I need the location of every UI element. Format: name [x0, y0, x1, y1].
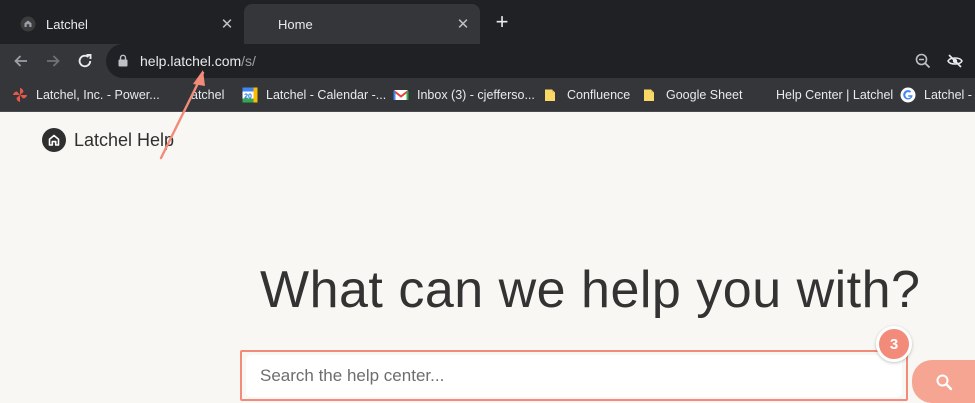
bookmark-latchel-calendar[interactable]: 20 Latchel - Calendar -...	[242, 86, 386, 104]
new-tab-button[interactable]: +	[489, 9, 515, 35]
tab-title: Home	[278, 16, 313, 32]
google-calendar-icon: 20	[242, 87, 258, 103]
step-number-badge: 3	[876, 326, 912, 362]
bookmark-help-center[interactable]: Help Center | Latchel	[776, 86, 893, 104]
url-text: help.latchel.com/s/	[140, 53, 256, 69]
bookmark-label: Latchel, Inc. - Power...	[36, 88, 160, 102]
search-icon	[936, 374, 952, 390]
arrow-right-icon	[47, 55, 60, 67]
tab-latchel[interactable]: Latchel ✕	[8, 4, 244, 44]
bookmark-latchel[interactable]: atchel	[191, 86, 224, 104]
tab-title: Latchel	[46, 16, 88, 32]
svg-text:20: 20	[244, 94, 252, 101]
zoom-out-icon[interactable]	[914, 52, 932, 70]
bookmark-google-sheet[interactable]: Google Sheet	[642, 86, 742, 104]
bookmark-label: Google Sheet	[666, 88, 743, 102]
logo-text: Latchel Help	[74, 129, 175, 150]
help-page: Latchel Help What can we help you with? …	[0, 112, 975, 403]
browser-toolbar: help.latchel.com/s/	[0, 44, 975, 78]
bookmark-latchel-a[interactable]: Latchel - A	[900, 86, 975, 104]
house-icon	[42, 128, 66, 152]
bookmark-label: Latchel - A	[924, 88, 975, 102]
bookmark-gmail-inbox[interactable]: Inbox (3) - cjefferso...	[393, 86, 535, 104]
arrow-left-icon	[14, 55, 27, 67]
page-headline: What can we help you with?	[260, 261, 921, 319]
search-input[interactable]	[246, 355, 902, 397]
bookmark-label: Help Center | Latchel	[776, 88, 894, 102]
bookmark-latchel-power[interactable]: Latchel, Inc. - Power...	[12, 86, 160, 104]
tab-close-icon[interactable]: ✕	[450, 15, 476, 33]
bookmark-label: Inbox (3) - cjefferso...	[417, 88, 535, 102]
bookmarks-bar: Latchel, Inc. - Power... atchel 20 Latch…	[0, 78, 975, 112]
reload-button[interactable]	[72, 48, 98, 74]
back-button[interactable]	[8, 48, 34, 74]
address-bar[interactable]: help.latchel.com/s/	[106, 44, 975, 78]
url-host: help.latchel.com	[140, 53, 242, 69]
google-icon	[900, 87, 916, 103]
site-logo[interactable]: Latchel Help	[42, 128, 174, 152]
search-button[interactable]	[912, 360, 975, 403]
gmail-icon	[393, 90, 409, 100]
bookmark-label: atchel	[191, 88, 225, 102]
pinwheel-icon	[13, 88, 27, 102]
url-path: /s/	[241, 53, 256, 69]
folder-icon	[545, 89, 555, 101]
search-box	[246, 355, 902, 397]
tab-home[interactable]: Home ✕	[244, 4, 480, 44]
tab-close-icon[interactable]: ✕	[214, 15, 240, 33]
bookmark-label: Confluence	[567, 88, 631, 102]
folder-icon	[644, 89, 654, 101]
lock-icon	[118, 54, 128, 67]
latchel-favicon-icon	[20, 16, 36, 32]
bookmark-confluence[interactable]: Confluence	[543, 86, 630, 104]
reload-icon	[78, 54, 92, 68]
tab-strip: Latchel ✕ Home ✕ +	[0, 0, 975, 44]
forward-button[interactable]	[40, 48, 66, 74]
bookmark-label: Latchel - Calendar -...	[266, 88, 387, 102]
eye-slash-icon[interactable]	[946, 52, 964, 70]
